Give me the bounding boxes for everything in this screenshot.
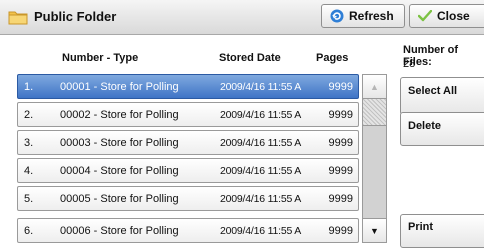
list-item[interactable]: 5. 00005 - Store for Polling 2009/4/16 1… [17, 186, 359, 211]
row-pages: 9999 [328, 225, 353, 237]
list-item[interactable]: 3. 00003 - Store for Polling 2009/4/16 1… [17, 130, 359, 155]
scroll-down-button[interactable]: ▼ [362, 218, 387, 243]
close-label: Close [437, 9, 470, 23]
arrow-down-icon: ▼ [370, 225, 379, 236]
delete-label: Delete [408, 120, 442, 132]
row-pages: 9999 [328, 81, 353, 93]
list-item[interactable]: 4. 00004 - Store for Polling 2009/4/16 1… [17, 158, 359, 183]
row-pages: 9999 [328, 193, 353, 205]
row-date: 2009/4/16 11:55 A [220, 109, 302, 121]
arrow-up-icon: ▲ [370, 81, 379, 92]
row-index: 2. [24, 109, 34, 121]
row-index: 4. [24, 165, 34, 177]
row-name: 00001 - Store for Polling [60, 81, 179, 93]
row-date: 2009/4/16 11:55 A [220, 137, 302, 149]
scrollbar-track[interactable] [362, 99, 387, 218]
column-header-pages: Pages [316, 52, 349, 64]
row-name: 00002 - Store for Polling [60, 109, 179, 121]
close-button[interactable]: Close [409, 4, 484, 28]
row-date: 2009/4/16 11:55 A [220, 165, 302, 177]
row-name: 00003 - Store for Polling [60, 137, 179, 149]
row-date: 2009/4/16 11:55 A [220, 193, 302, 205]
column-header-number-type: Number - Type [62, 52, 139, 64]
select-all-label: Select All [408, 85, 458, 97]
scrollbar-thumb[interactable] [363, 99, 386, 126]
print-button[interactable]: Print [400, 214, 484, 248]
row-pages: 9999 [328, 109, 353, 121]
refresh-button[interactable]: Refresh [321, 4, 405, 28]
delete-button[interactable]: Delete [400, 112, 484, 146]
refresh-label: Refresh [349, 9, 394, 23]
row-index: 6. [24, 225, 34, 237]
row-index: 3. [24, 137, 34, 149]
scroll-up-button[interactable]: ▲ [362, 74, 387, 99]
title-bar: Public Folder Refresh Close [0, 0, 484, 35]
row-pages: 9999 [328, 165, 353, 177]
refresh-icon [330, 9, 344, 23]
check-icon [418, 10, 432, 22]
page-title: Public Folder [34, 9, 117, 24]
row-date: 2009/4/16 11:55 A [220, 81, 302, 93]
list-item[interactable]: 2. 00002 - Store for Polling 2009/4/16 1… [17, 102, 359, 127]
row-pages: 9999 [328, 137, 353, 149]
row-name: 00005 - Store for Polling [60, 193, 179, 205]
row-date: 2009/4/16 11:55 A [220, 225, 302, 237]
print-label: Print [408, 221, 434, 233]
list-item[interactable]: 6. 00006 - Store for Polling 2009/4/16 1… [17, 218, 359, 243]
files-count-value: 28 [403, 58, 416, 70]
folder-icon [8, 9, 28, 30]
row-index: 5. [24, 193, 34, 205]
row-index: 1. [24, 81, 34, 93]
select-all-button[interactable]: Select All [400, 77, 484, 115]
column-header-stored-date: Stored Date [219, 52, 281, 64]
list-item[interactable]: 1. 00001 - Store for Polling 2009/4/16 1… [17, 74, 359, 99]
row-name: 00006 - Store for Polling [60, 225, 179, 237]
row-name: 00004 - Store for Polling [60, 165, 179, 177]
